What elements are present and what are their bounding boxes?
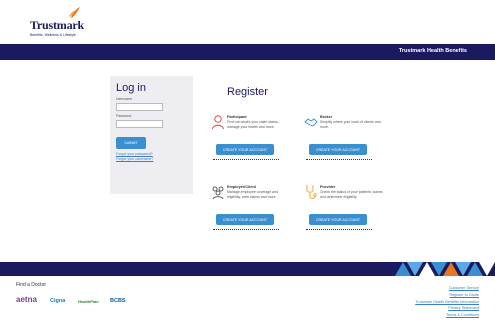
terms-link[interactable]: Terms & Conditions [415, 312, 479, 319]
employer-create-account-button[interactable]: CREATE YOUR ACCOUNT [216, 214, 274, 225]
broker-handshake-icon [304, 118, 318, 127]
cigna-logo[interactable]: Cigna [50, 298, 65, 304]
footer-links: Customer Service Register to Guide Trust… [415, 285, 479, 319]
broker-title: Broker [320, 115, 333, 119]
healthplan-logo[interactable]: HealthPlan [78, 299, 99, 304]
divider [306, 229, 372, 230]
forgot-username-link[interactable]: Forgot your username? [116, 157, 187, 161]
password-input[interactable] [116, 120, 163, 128]
password-label: Password [116, 114, 132, 118]
trustmark-logo[interactable]: Trustmark Benefits, Wellness & Lifestyle [30, 6, 100, 40]
divider [213, 229, 279, 230]
provider-card: Provider Check the status of your patien… [304, 184, 388, 240]
provider-stethoscope-icon [306, 185, 317, 199]
decorative-pattern-icon [395, 262, 495, 276]
customer-service-link[interactable]: Customer Service [415, 285, 479, 292]
find-a-doctor-heading: Find a Doctor [16, 282, 47, 288]
divider [306, 159, 372, 160]
logo-tagline: Benefits, Wellness & Lifestyle [30, 33, 76, 37]
login-panel: Log in Username Password SUBMIT Forgot y… [110, 76, 193, 194]
forgot-password-link[interactable]: Forgot your password? [116, 152, 187, 156]
participant-desc: Find out what's your claim status, manag… [227, 120, 279, 129]
provider-title: Provider [320, 185, 336, 189]
employer-desc: Manage employee coverage and eligibility… [227, 190, 278, 199]
nav-title[interactable]: Trustmark Health Benefits [399, 48, 467, 54]
health-benefits-info-link[interactable]: Trustmark Health Benefits Information [415, 299, 479, 306]
provider-desc: Check the status of your patients' claim… [320, 190, 383, 199]
username-label: Username [116, 97, 133, 101]
page-footer: Find a Doctor aetna Cigna HealthPlan BCB… [0, 276, 495, 323]
divider [213, 159, 279, 160]
aetna-logo[interactable]: aetna [16, 295, 37, 304]
broker-card: Broker Simplify where your book of clien… [304, 114, 388, 170]
broker-create-account-button[interactable]: CREATE YOUR ACCOUNT [309, 144, 367, 155]
bcbs-logo[interactable]: BCBS [110, 298, 126, 304]
login-title: Log in [116, 82, 146, 94]
employer-title: Employer/Client [227, 185, 256, 189]
privacy-statement-link[interactable]: Privacy Statement [415, 305, 479, 312]
participant-title: Participant [227, 115, 247, 119]
employer-group-icon [212, 186, 224, 200]
participant-card: Participant Find out what's your claim s… [211, 114, 295, 170]
participant-icon [212, 115, 224, 130]
page-header: Trustmark Benefits, Wellness & Lifestyle [0, 0, 495, 44]
employer-card: Employer/Client Manage employee coverage… [211, 184, 295, 240]
provider-create-account-button[interactable]: CREATE YOUR ACCOUNT [309, 214, 367, 225]
footer-band [0, 262, 495, 276]
participant-create-account-button[interactable]: CREATE YOUR ACCOUNT [216, 144, 274, 155]
register-section: Register Participant Find out what's you… [207, 80, 397, 250]
broker-desc: Simplify where your book of clients and … [320, 120, 381, 129]
register-title: Register [227, 86, 268, 98]
top-nav-bar: Trustmark Health Benefits [0, 44, 495, 60]
register-guide-link[interactable]: Register to Guide [415, 292, 479, 299]
submit-button[interactable]: SUBMIT [116, 137, 146, 149]
username-input[interactable] [116, 103, 163, 111]
logo-mark-icon [69, 7, 80, 18]
logo-wordmark: Trustmark [30, 18, 84, 32]
